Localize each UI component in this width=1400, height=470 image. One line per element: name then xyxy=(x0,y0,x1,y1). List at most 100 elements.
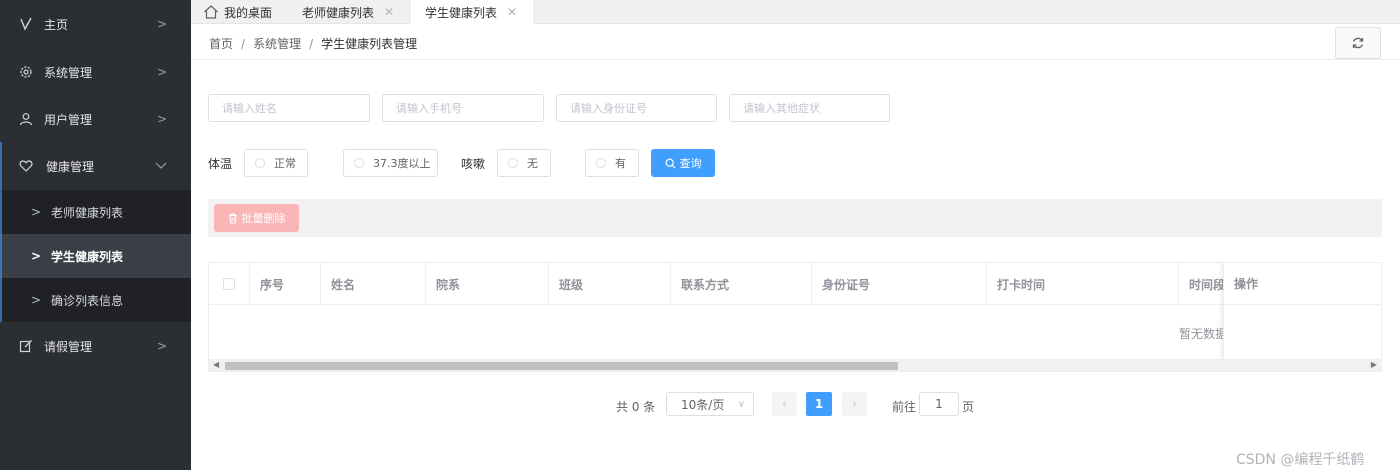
temp-normal-radio[interactable]: 正常 xyxy=(244,149,308,177)
next-page-button[interactable]: › xyxy=(842,392,867,416)
trash-icon xyxy=(228,213,238,224)
chevron-right-icon: > xyxy=(31,293,42,307)
search-button[interactable]: 查询 xyxy=(651,149,715,177)
health-submenu: > 老师健康列表 > 学生健康列表 > 确诊列表信息 xyxy=(0,190,191,322)
phone-input[interactable] xyxy=(382,94,544,122)
sidebar-item-student-health[interactable]: > 学生健康列表 xyxy=(0,234,191,278)
temp-high-radio[interactable]: 37.3度以上 xyxy=(343,149,438,177)
tab-teacher-health[interactable]: 老师健康列表 ✕ xyxy=(291,0,411,24)
empty-text: 暂无数据 xyxy=(1179,327,1228,341)
sidebar-item-label: 确诊列表信息 xyxy=(51,293,124,308)
radio-label: 正常 xyxy=(274,157,296,170)
home-icon xyxy=(203,5,219,19)
edit-icon xyxy=(18,338,34,354)
active-indicator xyxy=(0,142,2,322)
sidebar-item-leave[interactable]: 请假管理 > xyxy=(0,322,191,370)
chevron-down-icon: ∨ xyxy=(737,398,745,410)
page-size-value: 10条/页 xyxy=(681,397,725,412)
search-icon xyxy=(665,158,676,169)
sidebar-item-label: 请假管理 xyxy=(44,339,93,354)
breadcrumb-bar: 首页 / 系统管理 / 学生健康列表管理 xyxy=(191,24,1400,60)
fixed-action-column: 操作 xyxy=(1223,263,1381,359)
breadcrumb-current: 学生健康列表管理 xyxy=(321,37,418,51)
sidebar-item-label: 健康管理 xyxy=(46,159,95,174)
table-toolbar: 批量删除 xyxy=(208,199,1382,237)
batch-delete-label: 批量删除 xyxy=(241,212,286,225)
goto-label: 前往 xyxy=(892,400,917,414)
chevron-right-icon: > xyxy=(156,339,167,353)
chevron-right-icon: › xyxy=(852,397,857,411)
chevron-left-icon: ‹ xyxy=(782,397,787,411)
breadcrumb: 首页 / 系统管理 / 学生健康列表管理 xyxy=(209,37,418,51)
watermark: CSDN @编程千纸鹤 xyxy=(1236,452,1365,468)
scrollbar-thumb[interactable] xyxy=(225,362,898,370)
close-icon[interactable]: ✕ xyxy=(384,5,394,19)
radio-label: 37.3度以上 xyxy=(373,157,431,170)
page-number-active[interactable]: 1 xyxy=(806,392,832,416)
cough-label: 咳嗽 xyxy=(461,157,486,171)
radio-label: 无 xyxy=(527,157,538,170)
sidebar-item-label: 系统管理 xyxy=(44,65,93,80)
scroll-right-icon[interactable]: ▶ xyxy=(1371,360,1377,369)
sidebar-item-health[interactable]: 健康管理 xyxy=(0,142,191,190)
radio-circle-icon xyxy=(596,158,606,168)
idcard-input[interactable] xyxy=(556,94,717,122)
refresh-icon xyxy=(1351,36,1365,50)
select-all-cell xyxy=(209,263,250,305)
column-header[interactable]: 班级 xyxy=(549,263,671,305)
chevron-right-icon: > xyxy=(31,205,42,219)
sidebar-item-users[interactable]: 用户管理 > xyxy=(0,95,191,143)
column-header[interactable]: 院系 xyxy=(426,263,549,305)
radio-circle-icon xyxy=(255,158,265,168)
sidebar-item-label: 主页 xyxy=(44,17,69,32)
column-header[interactable]: 身份证号 xyxy=(812,263,987,305)
tab-label: 老师健康列表 xyxy=(302,5,375,20)
column-header[interactable]: 序号 xyxy=(250,263,321,305)
column-header[interactable]: 打卡时间 xyxy=(987,263,1179,305)
select-all-checkbox[interactable] xyxy=(223,278,235,290)
tab-student-health[interactable]: 学生健康列表 ✕ xyxy=(411,0,533,24)
tab-desktop[interactable]: 我的桌面 xyxy=(203,0,291,24)
chevron-right-icon: > xyxy=(156,112,167,126)
radio-circle-icon xyxy=(508,158,518,168)
student-health-table: 序号 姓名 院系 班级 联系方式 身份证号 打卡时间 时间段 暂无数据 操作 ◀… xyxy=(208,262,1382,372)
refresh-button[interactable] xyxy=(1335,27,1381,59)
cough-no-radio[interactable]: 无 xyxy=(497,149,551,177)
column-header[interactable]: 姓名 xyxy=(321,263,426,305)
user-icon xyxy=(18,111,34,127)
heart-icon xyxy=(18,158,34,174)
horizontal-scrollbar[interactable]: ◀ ▶ xyxy=(209,359,1381,371)
batch-delete-button[interactable]: 批量删除 xyxy=(214,204,299,232)
scroll-left-icon[interactable]: ◀ xyxy=(213,360,219,369)
leaf-icon xyxy=(18,16,34,32)
sidebar-item-home[interactable]: 主页 > xyxy=(0,0,191,48)
cough-yes-radio[interactable]: 有 xyxy=(585,149,639,177)
chevron-right-icon: > xyxy=(156,65,167,79)
tab-bar: 我的桌面 老师健康列表 ✕ 学生健康列表 ✕ xyxy=(191,0,1400,24)
action-column-header: 操作 xyxy=(1224,263,1381,305)
goto-page-input[interactable] xyxy=(919,392,959,416)
temperature-label: 体温 xyxy=(208,157,233,171)
sidebar-item-teacher-health[interactable]: > 老师健康列表 xyxy=(0,190,191,234)
chevron-right-icon: > xyxy=(31,249,42,263)
search-label: 查询 xyxy=(679,157,702,170)
sidebar-item-system[interactable]: 系统管理 > xyxy=(0,48,191,96)
chevron-right-icon: > xyxy=(156,17,167,31)
column-header[interactable]: 联系方式 xyxy=(671,263,812,305)
sidebar-item-label: 学生健康列表 xyxy=(51,249,124,264)
breadcrumb-system[interactable]: 系统管理 xyxy=(253,37,301,51)
symptom-input[interactable] xyxy=(729,94,890,122)
sidebar-item-diagnosed[interactable]: > 确诊列表信息 xyxy=(0,278,191,322)
pagination-total: 共 0 条 xyxy=(616,400,656,414)
page-size-select[interactable]: 10条/页 ∨ xyxy=(666,392,754,416)
radio-circle-icon xyxy=(354,158,364,168)
sidebar: 主页 > 系统管理 > 用户管理 > 健康管理 > 老师健康列表 > 学生健康列… xyxy=(0,0,191,470)
close-icon[interactable]: ✕ xyxy=(507,5,517,19)
name-input[interactable] xyxy=(208,94,370,122)
sidebar-item-label: 老师健康列表 xyxy=(51,205,124,220)
gear-icon xyxy=(18,64,34,80)
page-suffix-label: 页 xyxy=(962,400,975,414)
prev-page-button[interactable]: ‹ xyxy=(772,392,797,416)
radio-label: 有 xyxy=(615,157,626,170)
breadcrumb-home[interactable]: 首页 xyxy=(209,37,233,51)
